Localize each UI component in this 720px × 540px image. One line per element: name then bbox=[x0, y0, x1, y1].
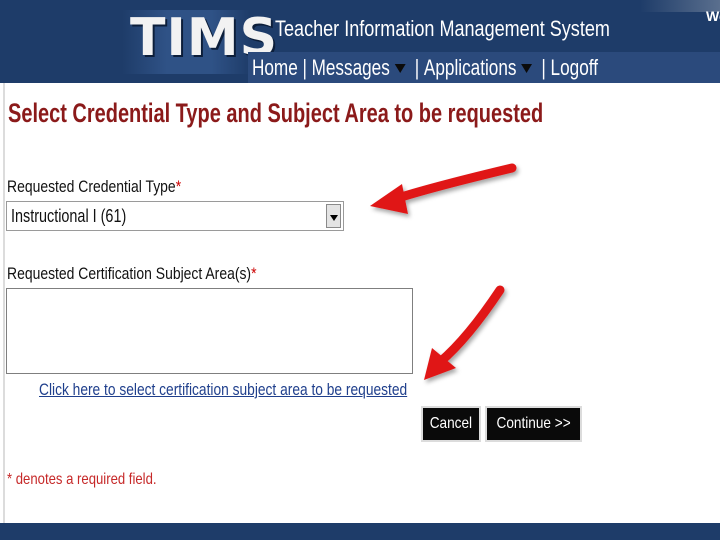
nav-separator: | bbox=[302, 55, 307, 80]
chevron-down-icon[interactable] bbox=[326, 204, 341, 228]
red-arrow-icon bbox=[424, 285, 505, 380]
subject-area-list[interactable] bbox=[6, 288, 413, 374]
nav-messages-link[interactable]: Messages bbox=[312, 55, 390, 81]
page-title: Select Credential Type and Subject Area … bbox=[8, 98, 544, 128]
nav-separator: | bbox=[414, 55, 420, 80]
nav-applications-link[interactable]: Applications bbox=[424, 55, 517, 81]
credential-type-select[interactable]: Instructional I (61) bbox=[6, 201, 344, 231]
app-footer bbox=[0, 523, 720, 540]
cancel-button[interactable]: Cancel bbox=[421, 406, 481, 442]
caret-down-icon[interactable] bbox=[394, 63, 406, 73]
continue-button[interactable]: Continue >> bbox=[485, 406, 582, 442]
system-title: Teacher Information Management System bbox=[275, 16, 610, 41]
nav-separator: | bbox=[541, 55, 546, 80]
select-subject-area-link[interactable]: Click here to select certification subje… bbox=[39, 380, 407, 400]
red-arrow-icon bbox=[370, 163, 517, 214]
nav-logoff-link[interactable]: Logoff bbox=[551, 55, 598, 81]
panel-left-border bbox=[3, 83, 5, 523]
subject-area-label-text: Requested Certification Subject Area(s) bbox=[7, 264, 252, 283]
nav-home-link[interactable]: Home bbox=[252, 55, 298, 81]
credential-type-value: Instructional I (61) bbox=[11, 206, 127, 226]
required-field-note: * denotes a required field. bbox=[7, 471, 157, 488]
nav-bar: Home | Messages | Applications | Logoff bbox=[248, 52, 720, 83]
required-marker: * bbox=[251, 264, 257, 283]
subject-area-label: Requested Certification Subject Area(s)* bbox=[7, 264, 257, 284]
caret-down-icon[interactable] bbox=[521, 63, 533, 73]
credential-type-label: Requested Credential Type* bbox=[7, 177, 181, 197]
welcome-text: We bbox=[706, 8, 720, 24]
credential-type-label-text: Requested Credential Type bbox=[7, 177, 176, 196]
required-marker: * bbox=[175, 177, 182, 196]
app-header: TIMS Teacher Information Management Syst… bbox=[0, 0, 720, 83]
continue-button-label: Continue >> bbox=[496, 415, 571, 432]
cancel-button-label: Cancel bbox=[429, 415, 473, 432]
